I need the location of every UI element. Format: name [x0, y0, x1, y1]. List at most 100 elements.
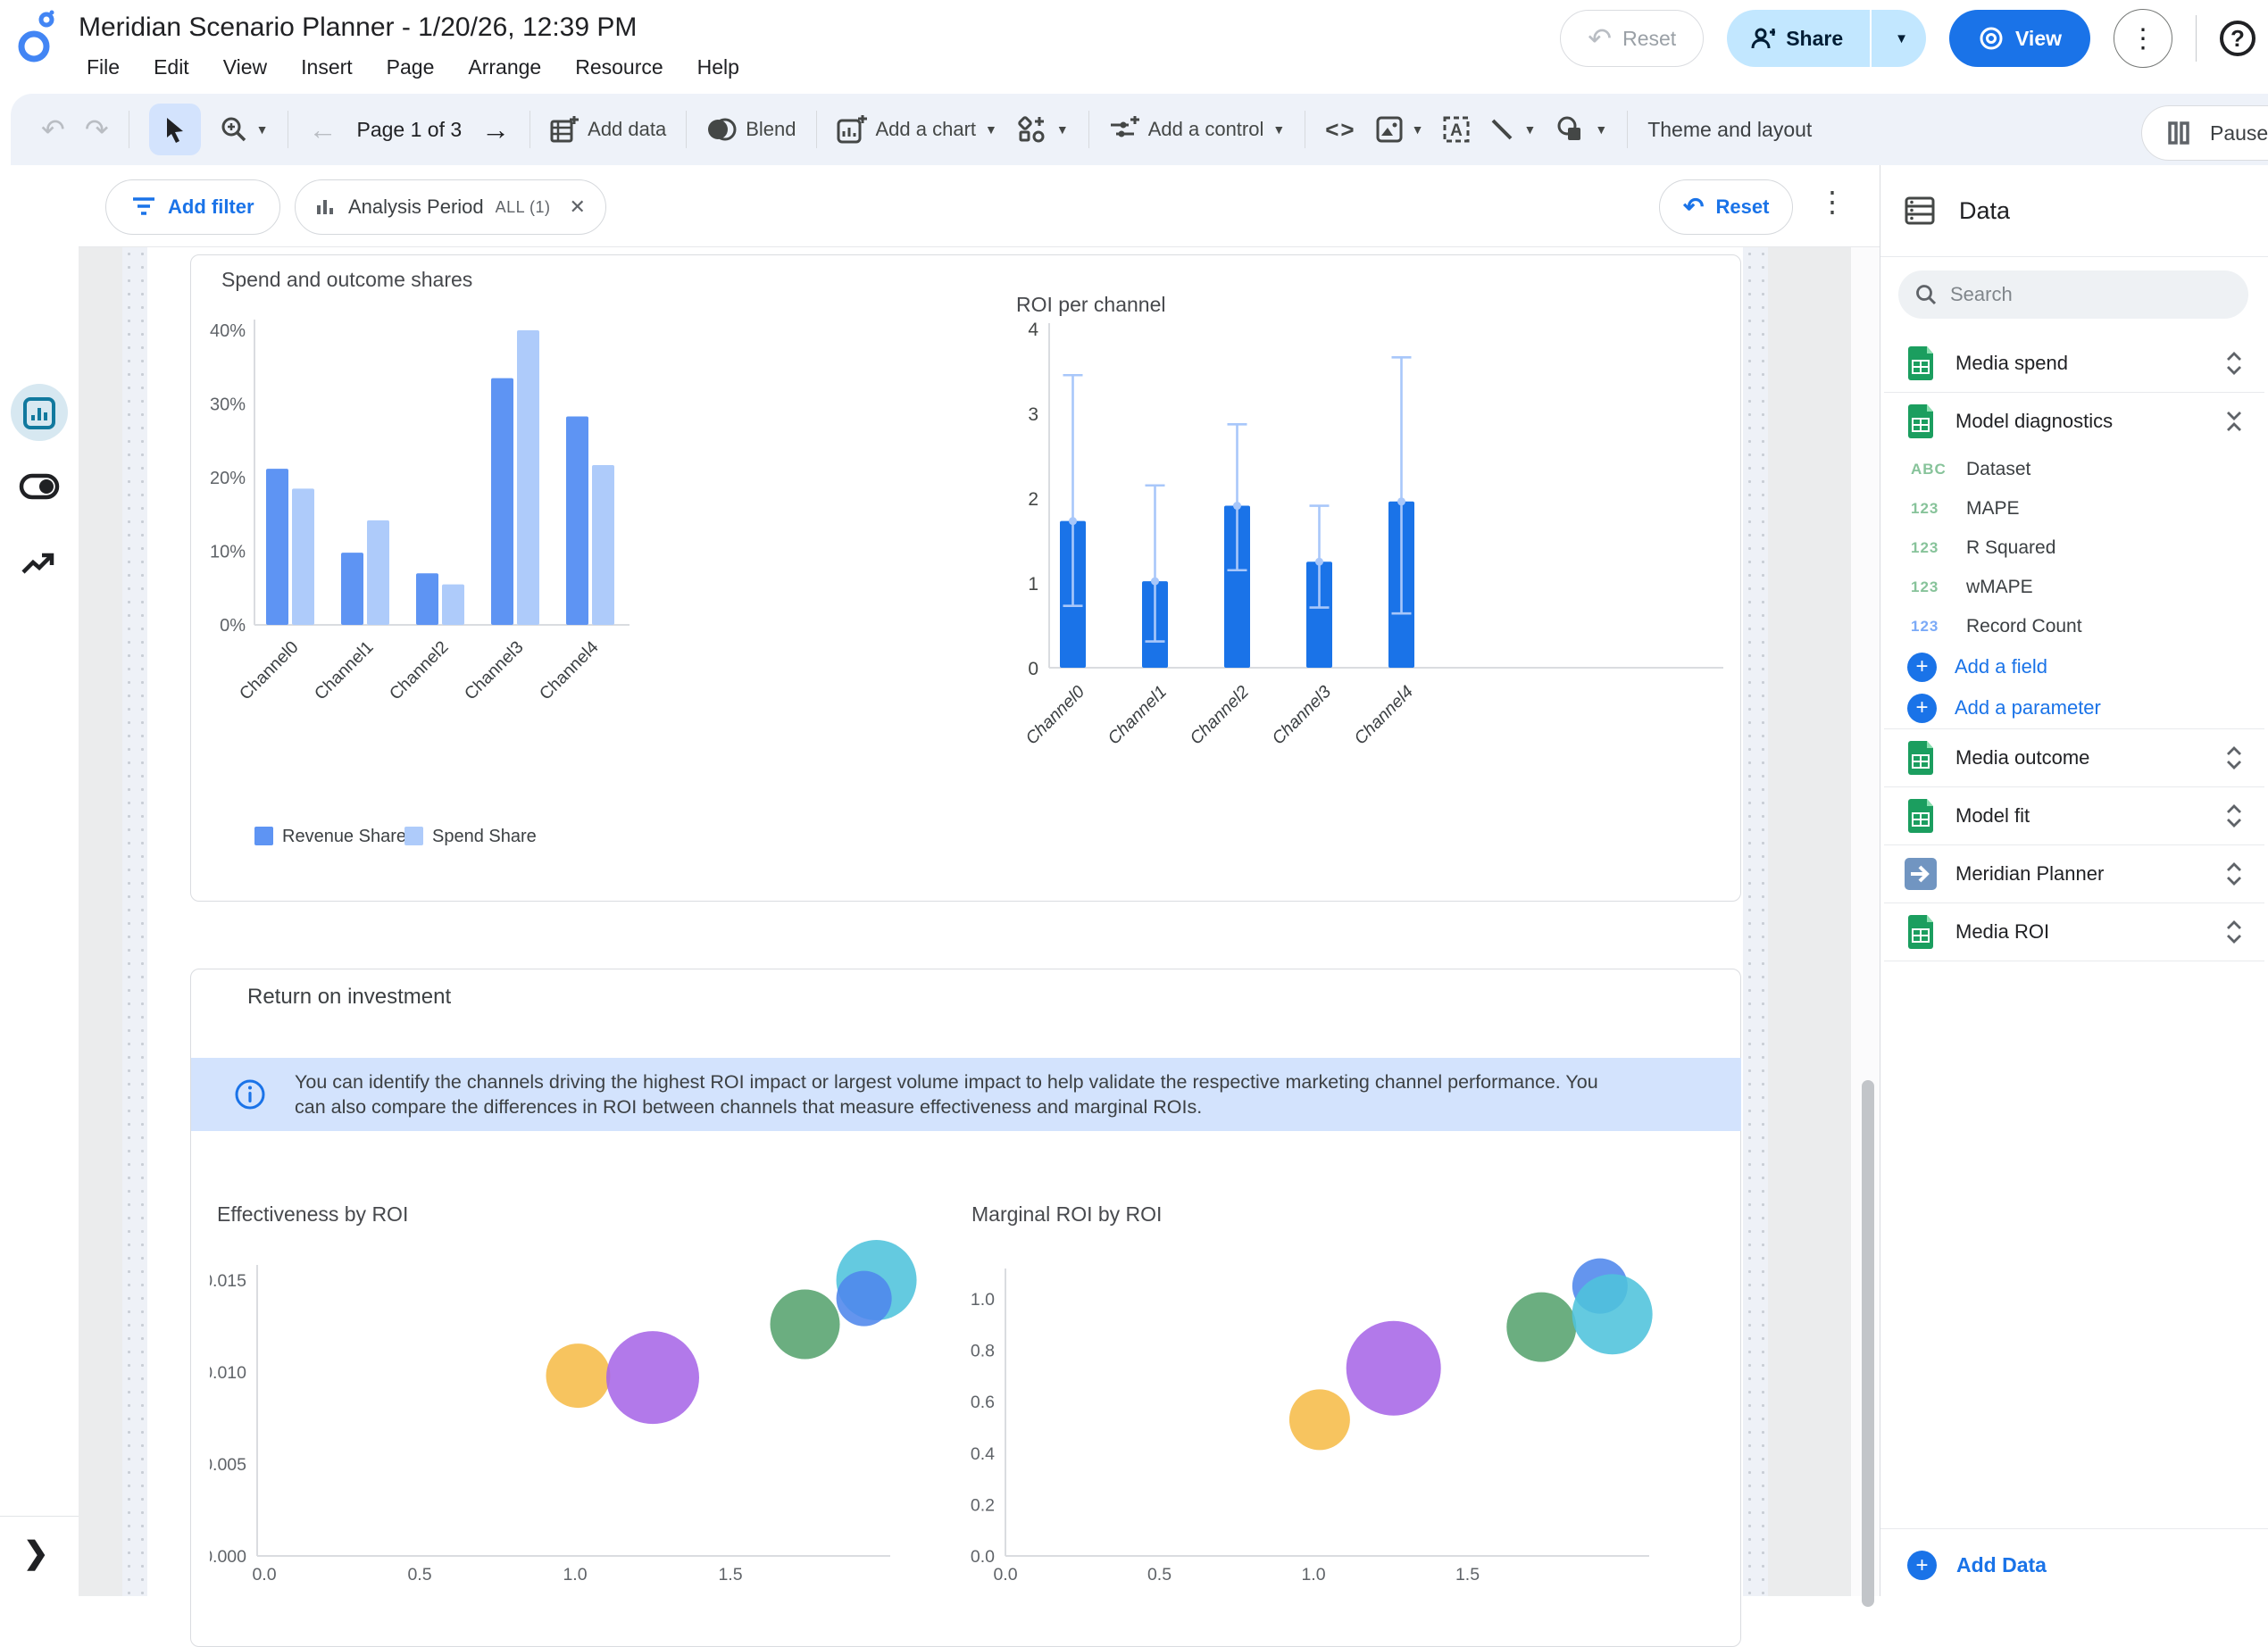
theme-layout-button[interactable]: Theme and layout [1647, 118, 1812, 142]
blend-button[interactable]: Blend [706, 117, 796, 142]
sheets-icon [1904, 403, 1938, 439]
menu-resource[interactable]: Resource [558, 50, 680, 85]
svg-text:0.015: 0.015 [210, 1271, 246, 1291]
field-row[interactable]: 123wMAPE [1880, 568, 2268, 607]
svg-text:0.6: 0.6 [971, 1393, 995, 1412]
svg-text:Channel4: Channel4 [536, 637, 603, 704]
analysis-period-filter-chip[interactable]: Analysis Period ALL (1) ✕ [295, 179, 606, 235]
chevron-down-icon: ▼ [1272, 122, 1285, 137]
more-options-button[interactable]: ⋮ [2114, 9, 2172, 68]
rail-report-icon[interactable] [0, 395, 79, 431]
text-field-icon: ABC [1911, 461, 1950, 478]
add-filter-button[interactable]: Add filter [105, 179, 280, 235]
share-divider [1870, 10, 1872, 67]
search-icon [1914, 283, 1938, 306]
data-source-row[interactable]: Media outcome [1880, 729, 2268, 786]
add-parameter-button[interactable]: +Add a parameter [1880, 687, 2268, 728]
collapse-icon[interactable] [2223, 408, 2245, 435]
expand-icon[interactable] [2223, 744, 2245, 771]
insert-line-button[interactable]: ▼ [1489, 117, 1536, 142]
menu-arrange[interactable]: Arrange [451, 50, 558, 85]
rail-trend-icon[interactable] [0, 551, 79, 578]
field-row[interactable]: 123R Squared [1880, 528, 2268, 568]
chart-title-shares: Spend and outcome shares [221, 268, 472, 292]
close-icon[interactable]: ✕ [570, 195, 586, 219]
redo-icon[interactable]: ↷ [85, 115, 109, 144]
insert-shape-button[interactable]: ▼ [1555, 115, 1607, 144]
svg-text:Revenue Share: Revenue Share [282, 827, 406, 846]
pause-label: Pause u [2210, 121, 2268, 146]
zoom-tool-button[interactable]: ▼ [221, 116, 269, 143]
chevron-down-icon: ▼ [1523, 122, 1536, 137]
svg-text:Channel2: Channel2 [386, 637, 453, 704]
filter-bar: Add filter Analysis Period ALL (1) ✕ ↶ R… [79, 165, 1880, 247]
data-source-row[interactable]: Media spend [1880, 335, 2268, 392]
view-button[interactable]: View [1949, 10, 2090, 67]
undo-icon[interactable]: ↶ [41, 115, 65, 144]
select-tool-button[interactable] [149, 104, 201, 155]
undo-icon: ↶ [1588, 24, 1612, 53]
svg-text:1.0: 1.0 [563, 1565, 587, 1585]
sheets-icon [1904, 914, 1938, 950]
data-source-row[interactable]: Meridian Planner [1880, 845, 2268, 903]
add-data-button[interactable]: Add data [550, 116, 666, 143]
svg-text:0.8: 0.8 [971, 1342, 995, 1361]
community-visualizations-button[interactable]: ▼ [1017, 115, 1069, 144]
embed-code-icon[interactable]: <> [1325, 116, 1355, 144]
expand-icon[interactable] [2223, 861, 2245, 887]
menu-file[interactable]: File [70, 50, 137, 85]
filter-more-options-icon[interactable]: ⋮ [1818, 185, 1847, 219]
filter-reset-button[interactable]: ↶ Reset [1659, 179, 1793, 235]
page-indicator[interactable]: Page 1 of 3 [356, 118, 462, 142]
menu-page[interactable]: Page [370, 50, 452, 85]
expand-icon[interactable] [2223, 919, 2245, 945]
add-chart-icon [837, 115, 867, 144]
field-row[interactable]: ABCDataset [1880, 450, 2268, 489]
data-source-name: Media ROI [1955, 920, 2205, 944]
sheets-icon [1904, 798, 1938, 834]
expand-icon[interactable] [2223, 350, 2245, 377]
page-forward-icon[interactable]: → [481, 113, 510, 146]
share-caret-icon[interactable]: ▼ [1882, 10, 1926, 67]
add-chart-button[interactable]: Add a chart ▼ [837, 115, 997, 144]
rail-controls-icon[interactable] [0, 473, 79, 500]
insert-image-button[interactable]: ▼ [1376, 116, 1424, 143]
looker-studio-logo [13, 9, 63, 64]
menu-edit[interactable]: Edit [137, 50, 206, 85]
data-source-row[interactable]: Model diagnostics [1880, 393, 2268, 450]
menu-view[interactable]: View [206, 50, 284, 85]
bubble-chart-marginal[interactable]: 0.00.20.40.60.81.00.00.51.01.5 [969, 1227, 1683, 1596]
data-source-row[interactable]: Media ROI [1880, 903, 2268, 961]
page-back-icon[interactable]: ← [308, 113, 337, 146]
share-button[interactable]: Share ▼ [1727, 10, 1926, 67]
page-margin-left [122, 247, 147, 1596]
add-data-button-bottom[interactable]: + Add Data [1880, 1529, 2268, 1580]
menu-insert[interactable]: Insert [284, 50, 370, 85]
sheets-icon [1904, 740, 1938, 776]
header-reset-button[interactable]: ↶ Reset [1560, 10, 1704, 67]
svg-text:Spend Share: Spend Share [432, 827, 537, 846]
field-row[interactable]: 123MAPE [1880, 489, 2268, 528]
bar-chart-roi-per-channel[interactable]: 01234Channel0Channel1Channel2Channel3Cha… [1005, 312, 1755, 884]
data-source-name: Model diagnostics [1955, 410, 2205, 433]
plus-icon: + [1907, 694, 1937, 723]
insert-text-button[interactable]: A [1443, 116, 1470, 143]
grouped-bar-chart-shares[interactable]: 0%10%20%30%40%Channel0Channel1Channel2Ch… [210, 304, 710, 884]
menu-help[interactable]: Help [680, 50, 756, 85]
help-icon[interactable]: ? [2220, 21, 2255, 56]
rail-expand-icon[interactable]: ❯ [23, 1535, 49, 1571]
search-box[interactable] [1898, 270, 2248, 319]
expand-icon[interactable] [2223, 803, 2245, 829]
add-control-button[interactable]: Add a control ▼ [1109, 116, 1286, 143]
bar-chart-icon [315, 196, 337, 218]
search-input[interactable] [1950, 283, 2218, 306]
canvas-scrollbar-thumb[interactable] [1862, 1080, 1874, 1607]
add-field-button[interactable]: +Add a field [1880, 646, 2268, 687]
data-source-row[interactable]: Model fit [1880, 787, 2268, 844]
plus-icon: + [1907, 653, 1937, 682]
svg-text:Channel4: Channel4 [1350, 682, 1417, 749]
pause-updates-button[interactable]: Pause u [2141, 105, 2268, 161]
field-row[interactable]: 123Record Count [1880, 607, 2268, 646]
bubble-chart-effectiveness[interactable]: 0.0000.0050.0100.0150.00.51.01.5 [210, 1227, 924, 1596]
community-viz-icon [1017, 115, 1047, 144]
